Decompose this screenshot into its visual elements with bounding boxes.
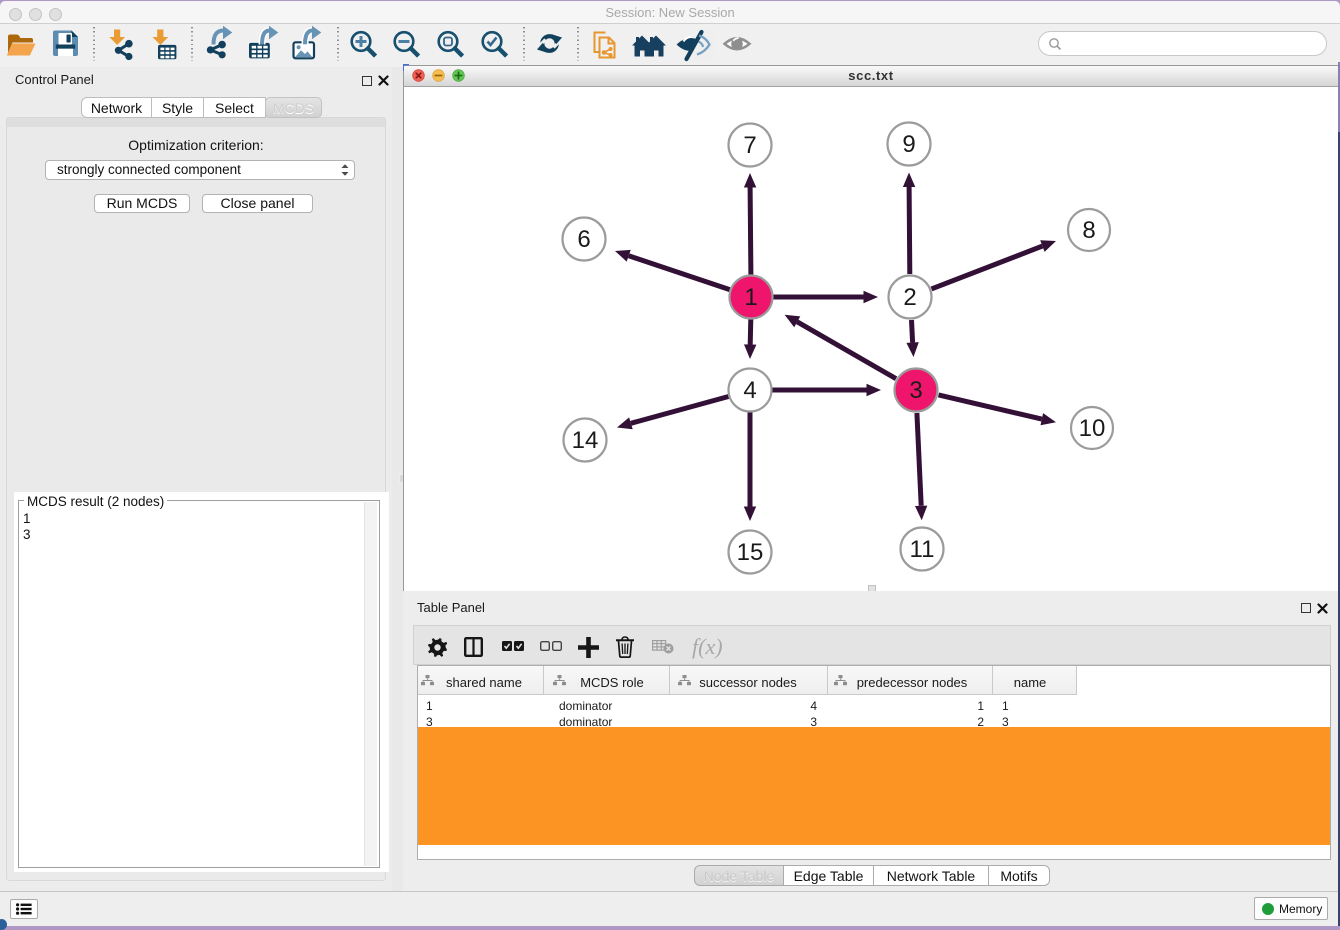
svg-text:11: 11 <box>910 536 935 563</box>
svg-text:14: 14 <box>572 427 599 454</box>
svg-text:3: 3 <box>909 377 922 404</box>
svg-text:1: 1 <box>744 284 757 311</box>
svg-text:2: 2 <box>903 284 916 311</box>
svg-text:15: 15 <box>737 539 764 566</box>
svg-text:6: 6 <box>577 226 590 253</box>
svg-text:8: 8 <box>1082 217 1095 244</box>
svg-text:7: 7 <box>743 132 756 159</box>
svg-text:9: 9 <box>902 131 915 158</box>
svg-text:10: 10 <box>1079 415 1106 442</box>
svg-text:4: 4 <box>743 377 756 404</box>
